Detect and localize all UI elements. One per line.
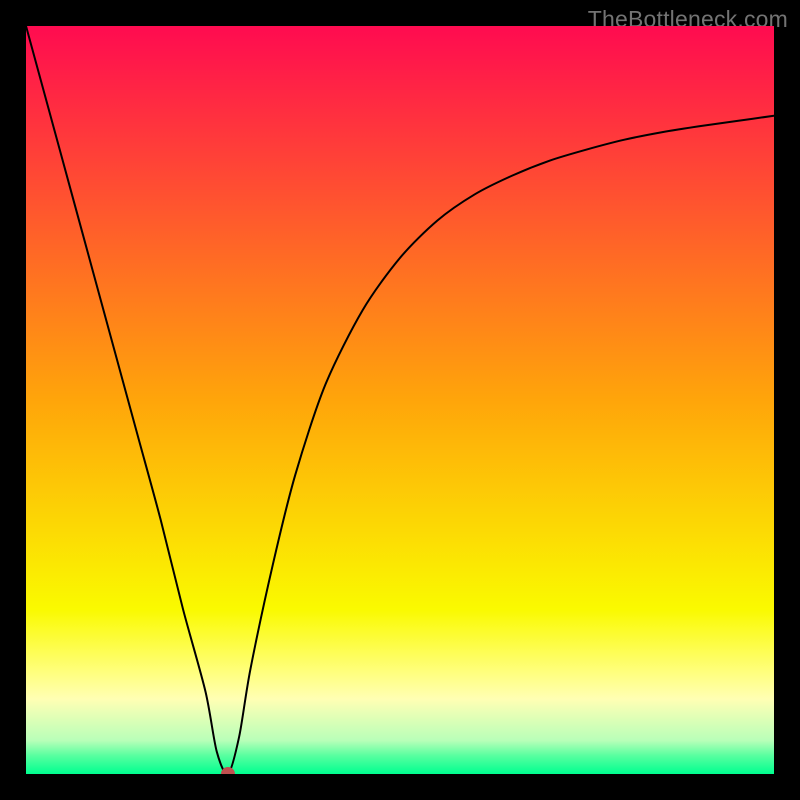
- chart-background: [26, 26, 774, 774]
- chart-stage: TheBottleneck.com: [0, 0, 800, 800]
- plot-area: [26, 26, 774, 774]
- chart-svg: [26, 26, 774, 774]
